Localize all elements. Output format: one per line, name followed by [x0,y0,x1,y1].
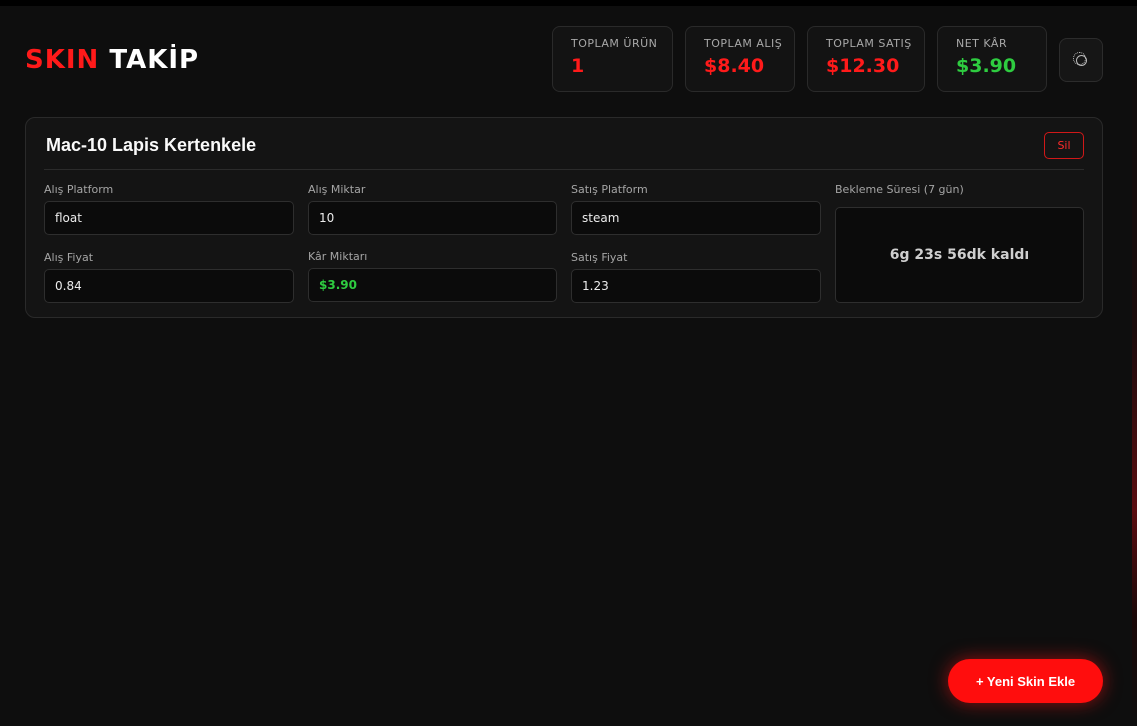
stat-total-sell: TOPLAM SATIŞ $12.30 [807,26,925,92]
stat-label: TOPLAM ALIŞ [704,37,783,50]
stat-value: $8.40 [704,55,765,77]
background-edge [1132,6,1137,726]
stat-total-items: TOPLAM ÜRÜN 1 [552,26,673,92]
buy-platform-label: Alış Platform [44,183,114,196]
add-skin-button[interactable]: + Yeni Skin Ekle [948,659,1103,703]
buy-price-input[interactable]: 0.84 [44,269,294,303]
logo-part-skin: SKIN [25,45,100,75]
skin-title: Mac-10 Lapis Kertenkele [46,135,257,155]
stat-value: $12.30 [826,55,900,77]
sell-price-input[interactable]: 1.23 [571,269,821,303]
card-divider [44,169,1084,170]
wait-timer: 6g 23s 56dk kaldı [835,207,1084,303]
stat-net-profit: NET KÂR $3.90 [937,26,1047,92]
settings-button[interactable] [1059,38,1103,82]
delete-button[interactable]: Sil [1044,132,1084,159]
top-strip [0,0,1137,6]
stat-label: NET KÂR [956,37,1008,50]
wait-time-label: Bekleme Süresi (7 gün) [835,183,964,196]
profit-amount-label: Kâr Miktarı [308,250,368,263]
skin-card: Mac-10 Lapis Kertenkele Sil Alış Platfor… [25,117,1103,318]
stat-value: $3.90 [956,55,1017,77]
buy-amount-label: Alış Miktar [308,183,366,196]
buy-amount-input[interactable]: 10 [308,201,557,235]
sell-price-label: Satış Fiyat [571,251,628,264]
sell-platform-input[interactable]: steam [571,201,821,235]
buy-price-label: Alış Fiyat [44,251,94,264]
app-logo: SKIN TAKİP [25,42,199,78]
stat-label: TOPLAM ÜRÜN [571,37,658,50]
stat-label: TOPLAM SATIŞ [826,37,912,50]
profit-amount-value: $3.90 [308,268,557,302]
buy-platform-input[interactable]: float [44,201,294,235]
logo-part-takip: TAKİP [109,45,200,75]
stat-value: 1 [571,55,585,77]
gear-icon [1072,51,1087,66]
sell-platform-label: Satış Platform [571,183,648,196]
stat-total-buy: TOPLAM ALIŞ $8.40 [685,26,795,92]
